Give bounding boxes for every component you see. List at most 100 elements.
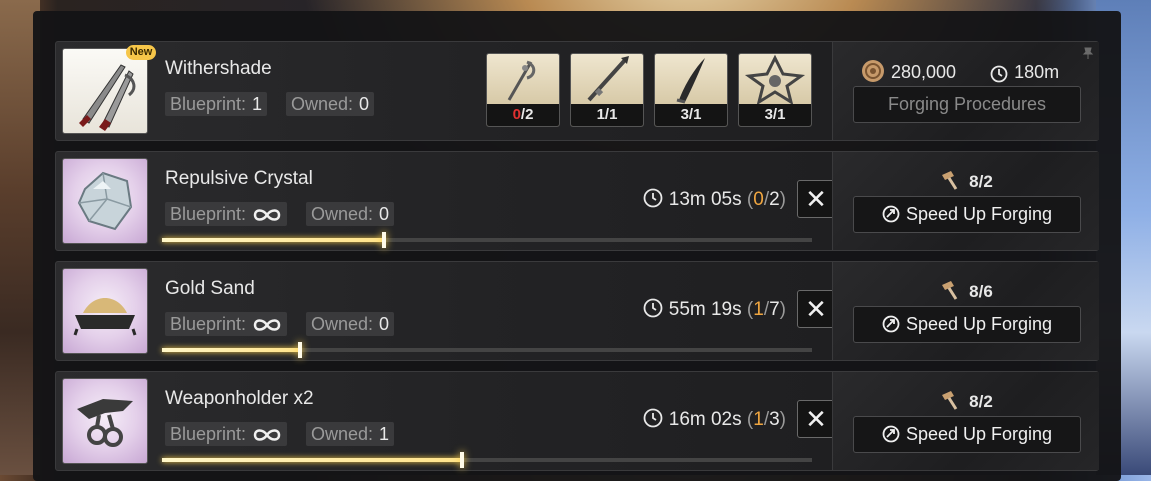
weaponholder-thumbnail	[62, 378, 148, 464]
progress-fill	[162, 342, 301, 358]
material-count: 1/1	[571, 104, 643, 126]
material-slot[interactable]: 3/1	[654, 53, 728, 127]
cancel-forge-button[interactable]: ✕	[797, 400, 835, 438]
speed-up-icon	[882, 205, 900, 223]
blueprint-chip: Blueprint: 1	[165, 92, 268, 116]
speed-up-icon	[882, 315, 900, 333]
time-left: 16m 02s	[668, 409, 742, 430]
hammer-count: 8/2	[969, 392, 993, 411]
speed-up-label: Speed Up Forging	[905, 314, 1053, 334]
owned-value: 0	[379, 314, 390, 334]
queue-row: Repulsive Crystal Blueprint: Owned: 0 13m…	[55, 151, 1099, 251]
clock-icon	[990, 65, 1008, 83]
crystal-thumbnail	[62, 158, 148, 244]
recipe-info: New Withershade Blueprint: 1 Owned: 0 0/2	[56, 42, 832, 140]
weaponholder-icon	[77, 399, 133, 447]
speed-up-icon	[882, 425, 900, 443]
speedup-panel: 8/6 Speed Up Forging	[832, 262, 1099, 360]
queue-info: Gold Sand Blueprint: Owned: 0 55m 19s (1/…	[56, 262, 835, 360]
crystal-icon	[77, 171, 133, 231]
owned-label: Owned:	[291, 94, 354, 114]
speed-up-label: Speed Up Forging	[905, 204, 1053, 224]
forge-timer: 55m 19s (1/7)	[643, 298, 786, 321]
hammer-icon	[942, 281, 958, 300]
speed-up-forging-button[interactable]: Speed Up Forging	[853, 306, 1081, 343]
star-frame-material-icon	[744, 54, 806, 104]
queue-item-name: Repulsive Crystal	[165, 168, 313, 189]
cancel-forge-button[interactable]: ✕	[797, 290, 835, 328]
progress-track	[162, 232, 812, 248]
material-slot[interactable]: 1/1	[570, 53, 644, 127]
staff-material-icon	[507, 60, 536, 101]
blueprint-label: Blueprint:	[170, 314, 247, 334]
new-badge: New	[126, 45, 156, 60]
spear-material-icon	[587, 56, 629, 102]
clock-icon	[643, 408, 663, 428]
material-slot[interactable]: 0/2	[486, 53, 560, 127]
owned-value: 0	[379, 204, 390, 224]
recipe-cost-panel: 280,000 180m Forging Procedures	[832, 42, 1099, 140]
material-count: 0/2	[487, 104, 559, 126]
material-slot[interactable]: 3/1	[738, 53, 812, 127]
speedup-panel: 8/2 Speed Up Forging	[832, 372, 1099, 470]
pin-icon[interactable]	[1081, 46, 1095, 60]
sand-tray-icon	[73, 298, 137, 336]
owned-chip: Owned: 0	[306, 312, 395, 336]
recipe-row[interactable]: New Withershade Blueprint: 1 Owned: 0 0/2	[55, 41, 1099, 141]
total-count: 3	[769, 409, 780, 430]
blueprint-chip: Blueprint:	[165, 422, 288, 446]
hammer-icon	[942, 391, 958, 410]
speed-up-label: Speed Up Forging	[905, 424, 1053, 444]
infinity-icon	[253, 209, 281, 221]
owned-label: Owned:	[311, 424, 374, 444]
forge-timer: 13m 05s (0/2)	[643, 188, 786, 211]
recipe-name: Withershade	[165, 58, 272, 79]
blade-material-icon	[676, 58, 705, 104]
done-count: 1	[753, 409, 764, 430]
queue-info: Weaponholder x2 Blueprint: Owned: 1 16m 0…	[56, 372, 835, 470]
owned-chip: Owned: 0	[306, 202, 395, 226]
queue-info: Repulsive Crystal Blueprint: Owned: 0 13m…	[56, 152, 835, 250]
sword-pair-icon	[79, 64, 136, 131]
material-count: 3/1	[655, 104, 727, 126]
owned-chip: Owned: 1	[306, 422, 395, 446]
time-cost: 180m	[1014, 62, 1060, 82]
hammer-count: 8/2	[969, 172, 993, 191]
coin-icon	[862, 60, 884, 82]
total-count: 2	[769, 189, 780, 210]
forge-timer: 16m 02s (1/3)	[643, 408, 786, 431]
time-left: 13m 05s	[668, 189, 742, 210]
queue-row: Weaponholder x2 Blueprint: Owned: 1 16m 0…	[55, 371, 1099, 471]
speed-up-forging-button[interactable]: Speed Up Forging	[853, 196, 1081, 233]
speed-up-forging-button[interactable]: Speed Up Forging	[853, 416, 1081, 453]
blueprint-label: Blueprint:	[170, 94, 247, 114]
owned-label: Owned:	[311, 204, 374, 224]
hammer-count-line: 8/2	[833, 389, 1099, 412]
infinity-icon	[253, 319, 281, 331]
forging-procedures-button[interactable]: Forging Procedures	[853, 86, 1081, 123]
clock-icon	[643, 188, 663, 208]
cost-line: 280,000 180m	[861, 59, 1059, 83]
forging-panel: New Withershade Blueprint: 1 Owned: 0 0/2	[33, 11, 1121, 481]
speedup-panel: 8/2 Speed Up Forging	[832, 152, 1099, 250]
progress-track	[162, 452, 812, 468]
progress-fill	[162, 452, 464, 468]
clock-icon	[643, 298, 663, 318]
cancel-forge-button[interactable]: ✕	[797, 180, 835, 218]
blueprint-label: Blueprint:	[170, 424, 247, 444]
blueprint-chip: Blueprint:	[165, 312, 288, 336]
infinity-icon	[253, 429, 281, 441]
blueprint-chip: Blueprint:	[165, 202, 288, 226]
queue-item-name: Weaponholder x2	[165, 388, 314, 409]
coin-cost: 280,000	[891, 62, 957, 82]
queue-item-name: Gold Sand	[165, 278, 255, 299]
withershade-thumbnail	[62, 48, 148, 134]
blueprint-label: Blueprint:	[170, 204, 247, 224]
time-left: 55m 19s	[668, 299, 742, 320]
hammer-count-line: 8/2	[833, 169, 1099, 192]
progress-track	[162, 342, 812, 358]
total-count: 7	[769, 299, 780, 320]
blueprint-value: 1	[252, 94, 263, 114]
done-count: 1	[753, 299, 764, 320]
hammer-count-line: 8/6	[833, 279, 1099, 302]
